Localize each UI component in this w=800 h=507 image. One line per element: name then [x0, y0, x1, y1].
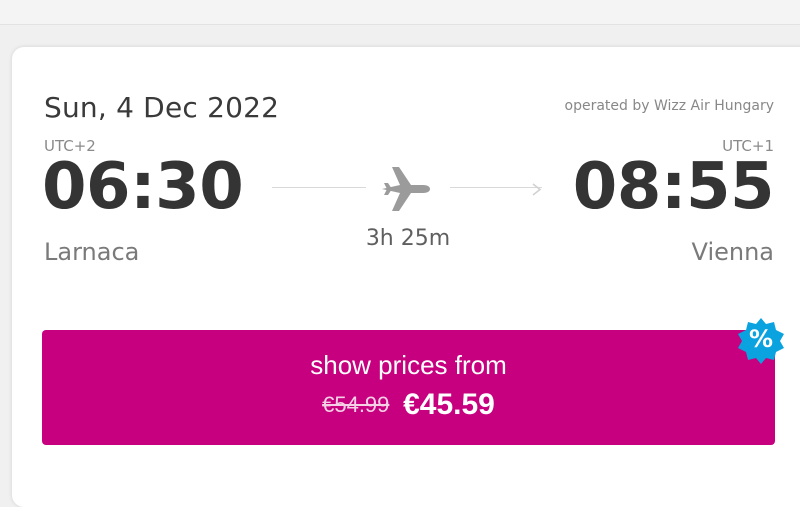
departure-city: Larnaca — [44, 238, 140, 266]
previous-card — [0, 0, 800, 25]
operator-label: operated by Wizz Air Hungary — [564, 98, 775, 114]
show-prices-button[interactable]: show prices from €54.99 €45.59 — [42, 330, 775, 445]
show-prices-label: show prices from — [310, 350, 507, 380]
arrival-time: 08:55 — [572, 150, 775, 224]
flight-date: Sun, 4 Dec 2022 — [44, 91, 280, 124]
route-line-left — [272, 187, 366, 188]
flight-duration: 3h 25m — [365, 226, 451, 251]
discount-badge-icon: % — [737, 317, 785, 365]
flight-card: Sun, 4 Dec 2022 operated by Wizz Air Hun… — [12, 47, 800, 507]
price-row: €54.99 €45.59 — [42, 388, 775, 422]
discount-badge-text: % — [748, 325, 774, 353]
route-line-right — [450, 187, 542, 188]
departure-time: 06:30 — [42, 150, 244, 224]
new-price: €45.59 — [403, 388, 495, 421]
arrival-city: Vienna — [691, 238, 774, 266]
arrow-right-icon — [532, 181, 542, 196]
plane-icon — [376, 159, 436, 219]
old-price: €54.99 — [322, 392, 390, 417]
